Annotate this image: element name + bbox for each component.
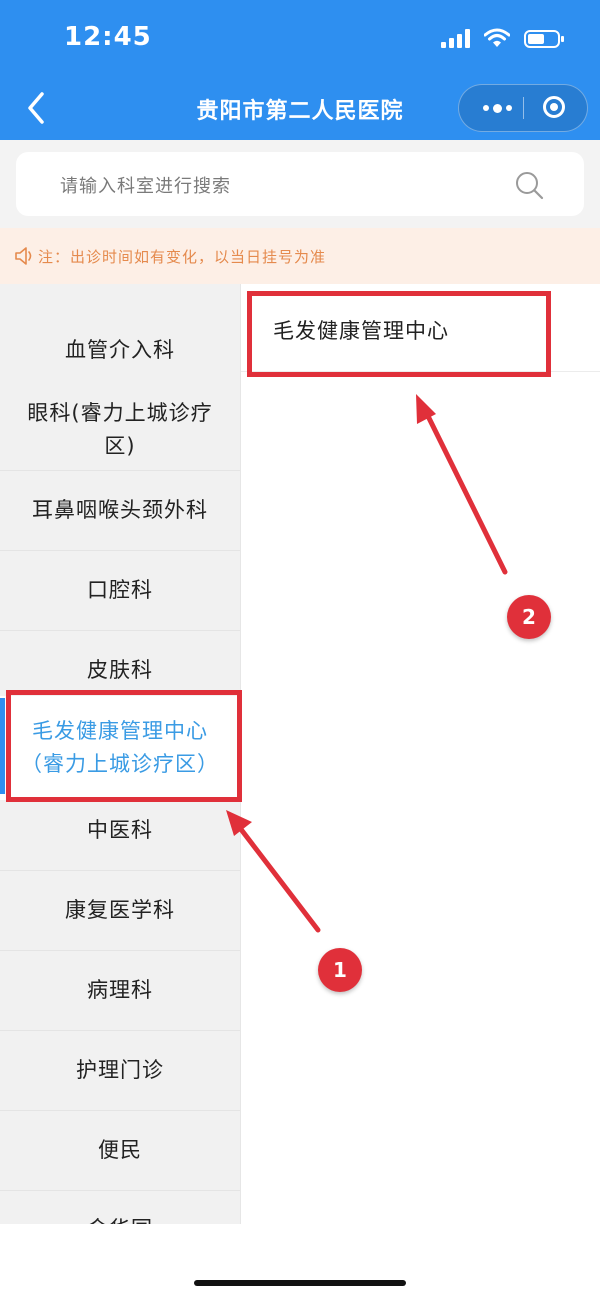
cellular-signal-icon bbox=[441, 28, 470, 48]
sidebar-item-nursing-clinic[interactable]: 护理门诊 bbox=[0, 1030, 240, 1110]
sidebar-item-ophthalmology[interactable]: 眼科(睿力上城诊疗区) bbox=[0, 390, 240, 470]
active-indicator bbox=[0, 698, 5, 794]
search-input[interactable]: 请输入科室进行搜索 bbox=[16, 152, 584, 216]
miniprogram-capsule bbox=[458, 84, 588, 132]
sidebar-item-vascular-intervention[interactable]: 血管介入科 bbox=[0, 322, 240, 378]
more-options-icon[interactable] bbox=[479, 98, 515, 118]
sidebar-item-label: 护理门诊 bbox=[76, 1058, 164, 1082]
bottom-safe-area bbox=[0, 1224, 600, 1299]
sidebar-item-label: 皮肤科 bbox=[87, 658, 153, 682]
wifi-icon bbox=[484, 28, 510, 47]
home-indicator bbox=[194, 1280, 406, 1286]
search-placeholder: 请输入科室进行搜索 bbox=[60, 176, 231, 197]
annotation-badge-2: 2 bbox=[507, 595, 551, 639]
sidebar-item-label: 血管介入科 bbox=[65, 337, 175, 362]
sidebar-item-pathology[interactable]: 病理科 bbox=[0, 950, 240, 1030]
speaker-icon bbox=[15, 247, 32, 265]
sidebar-item-stomatology[interactable]: 口腔科 bbox=[0, 550, 240, 630]
sidebar-item-label: 眼科(睿力上城诊疗区) bbox=[27, 401, 213, 458]
sidebar-item-rehabilitation[interactable]: 康复医学科 bbox=[0, 870, 240, 950]
sidebar-item-convenience[interactable]: 便民 bbox=[0, 1110, 240, 1190]
sidebar-item-ent[interactable]: 耳鼻咽喉头颈外科 bbox=[0, 470, 240, 550]
notice-text: 注：出诊时间如有变化，以当日挂号为准 bbox=[38, 248, 327, 266]
sidebar-item-label: 口腔科 bbox=[87, 578, 153, 602]
sidebar-item-label: 康复医学科 bbox=[65, 898, 175, 922]
annotation-badge-1: 1 bbox=[318, 948, 362, 992]
notice-banner: 注：出诊时间如有变化，以当日挂号为准 bbox=[0, 228, 600, 284]
highlight-box-1 bbox=[6, 690, 242, 802]
highlight-box-2 bbox=[247, 291, 551, 377]
search-icon[interactable] bbox=[514, 170, 544, 200]
sidebar-item-label: 耳鼻咽喉头颈外科 bbox=[32, 498, 208, 522]
search-area: 请输入科室进行搜索 bbox=[0, 140, 600, 228]
status-bar: 12:45 bbox=[0, 0, 600, 76]
sidebar-item-label: 便民 bbox=[98, 1138, 142, 1162]
status-time: 12:45 bbox=[64, 22, 152, 52]
nav-bar: 贵阳市第二人民医院 bbox=[0, 76, 600, 140]
status-icons bbox=[441, 28, 564, 48]
capsule-divider bbox=[523, 97, 524, 119]
sidebar-item-tcm[interactable]: 中医科 bbox=[0, 790, 240, 870]
sidebar-item-label: 中医科 bbox=[87, 817, 153, 842]
sub-department-panel: 毛发健康管理中心 bbox=[240, 284, 600, 1224]
sidebar-item-label: 病理科 bbox=[87, 978, 153, 1002]
battery-icon bbox=[524, 30, 564, 48]
close-miniprogram-icon[interactable] bbox=[543, 96, 565, 118]
